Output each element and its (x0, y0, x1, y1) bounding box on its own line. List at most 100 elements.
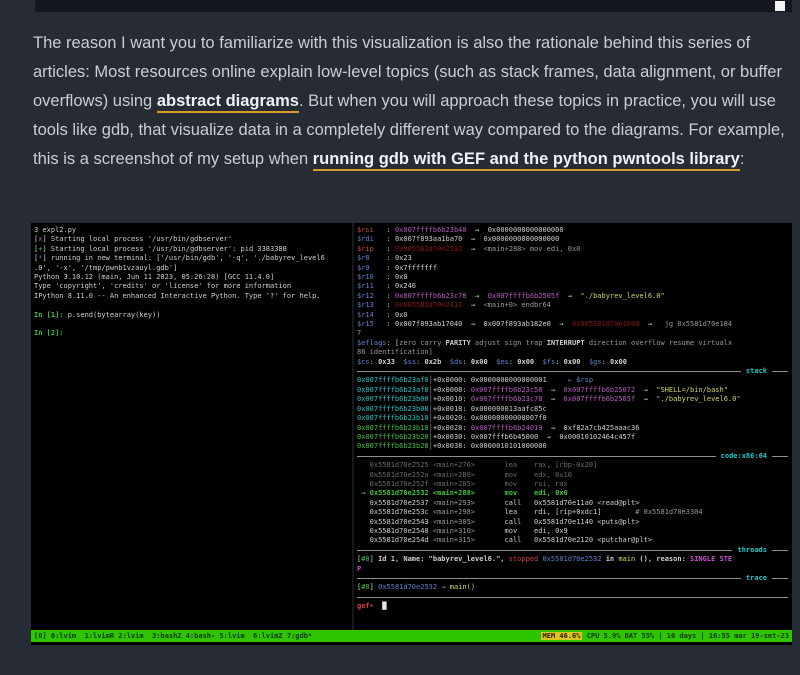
terminal-text: $rip (357, 245, 387, 253)
terminal-text: : (387, 311, 395, 319)
terminal-text: 0x007ffffb6b23b20 (357, 433, 429, 441)
terminal-text: PARITY (446, 339, 471, 347)
article-link[interactable]: running gdb with GEF and the python pwnt… (313, 150, 740, 171)
terminal-text: +0x0038: (433, 442, 471, 450)
terminal-text: 0x5581d70e2537 (357, 499, 433, 507)
terminal-text (475, 518, 505, 526)
terminal-text: : (509, 358, 517, 366)
terminal-line (34, 320, 350, 329)
terminal-line: $r14 : 0x0 (357, 311, 792, 320)
terminal-text: : (370, 358, 378, 366)
terminal-text: gef➤ (357, 602, 374, 610)
terminal-text: → (437, 583, 450, 591)
terminal-line: 3 expl2.py (34, 226, 350, 235)
terminal-text: 0x5581d70e2532 (378, 583, 437, 591)
mem-usage-badge: MEM 46.6% (541, 632, 583, 640)
terminal-line: 0x5581d70e2548 <main+310> mov edi, 0x9 (357, 527, 792, 536)
terminal-text: call (505, 536, 535, 544)
terminal-text: 0x5581d70e1140 <puts@plt> (534, 518, 639, 526)
terminal-line: 0x5581d70e2525 <main+276> lea rax, [rbp-… (357, 461, 792, 470)
terminal-text: 0x007ffffb6b23b18 (357, 424, 429, 432)
terminal-text: 0x007ffffb6b23c78 (395, 292, 467, 300)
article-link[interactable]: abstract diagrams (157, 92, 299, 113)
terminal-text: Starting local process '/usr/bin/gdbserv… (51, 245, 287, 253)
terminal-text: Type 'copyright', 'credits' or 'license'… (34, 282, 291, 290)
terminal-text: : (387, 235, 395, 243)
terminal-line: $r8 : 0x23 (357, 254, 792, 263)
terminal-line: 0x007ffffb6b23b08│+0x0018: 0x000000013aa… (357, 405, 792, 414)
terminal-line: [#0] Id 1, Name: "babyrev_level6.", stop… (357, 555, 792, 564)
terminal-text: <main+298> (433, 508, 475, 516)
terminal-text: $cs (357, 358, 370, 366)
terminal-text: 0x2b (424, 358, 441, 366)
terminal-line: 0x5581d70e2537 <main+293> call 0x5581d70… (357, 499, 792, 508)
terminal-line: gef➤ █ (357, 602, 792, 611)
terminal-text (488, 358, 496, 366)
terminal-text: .0', '-x', '/tmp/pwnb1vzauyl.gdb'] (34, 264, 177, 272)
terminal-line: IPython 8.11.0 -- An enhanced Interactiv… (34, 292, 350, 301)
terminal-text: 0x5581d70e254d (357, 536, 433, 544)
terminal-text: $rsi (357, 226, 387, 234)
terminal-line: P (357, 565, 792, 574)
pwntools-ipython-pane: 3 expl2.py[x] Starting local process '/u… (31, 223, 352, 630)
terminal-text: 0x00 (610, 358, 627, 366)
terminal-text: 0x0 (395, 273, 408, 281)
terminal-line: $rip : 0x005581d70e2532 → <main+288> mov… (357, 245, 792, 254)
terminal-text: 0x5581d70e252f <main+285> mov rsi, rax (357, 480, 568, 488)
terminal-text: <main+305> (433, 518, 475, 526)
terminal-text: "./babyrev_level6.0" (580, 292, 664, 300)
terminal-line: 0x007ffffb6b23af8│+0x0008: 0x007ffffb6b2… (357, 386, 792, 395)
gef-section-separator: threads (357, 546, 792, 555)
gef-section-label: trace (741, 574, 772, 583)
terminal-text: 0x0000000000000000 (483, 235, 559, 243)
terminal-text: $r13 (357, 301, 387, 309)
terminal-text: $rdi (357, 235, 387, 243)
terminal-text: 0x000000013aafc85c (471, 405, 547, 413)
terminal-line (34, 301, 350, 310)
terminal-text (441, 358, 449, 366)
terminal-line: 0x007ffffb6b23b18│+0x0028: 0x007ffffb6b2… (357, 424, 792, 433)
terminal-text: 0x00 (564, 358, 581, 366)
terminal-line: $eflags: [zero carry PARITY adjust sign … (357, 339, 792, 348)
terminal-line: $r10 : 0x0 (357, 273, 792, 282)
terminal-text: $gs (589, 358, 602, 366)
terminal-line: .0', '-x', '/tmp/pwnb1vzauyl.gdb'] (34, 264, 350, 273)
terminal-text: 0x00 (517, 358, 534, 366)
terminal-text: running in new terminal: ['/usr/bin/gdb'… (51, 254, 325, 262)
terminal-text: → (639, 320, 664, 328)
terminal-text: → (462, 301, 483, 309)
terminal-text: $r10 (357, 273, 387, 281)
terminal-text: 3 expl2.py (34, 226, 76, 234)
terminal-line: 0x007ffffb6b23af0│+0x0000: 0x00000000000… (357, 376, 792, 385)
terminal-text: 0x5581d70e2525 <main+276> lea rax, [rbp-… (357, 461, 597, 469)
terminal-text: 0x5581d70e2532 (542, 555, 605, 563)
terminal-line: $r12 : 0x007ffffb6b23c78 → 0x007ffffb6b2… (357, 292, 792, 301)
terminal-text: zero carry (399, 339, 445, 347)
terminal-line: [x] Starting local process '/usr/bin/gdb… (34, 235, 350, 244)
tmux-window-list: [0] 0:lvim 1:lvimR 2:lvim 3:bashZ 4:bash… (34, 632, 312, 640)
terminal-text: : [ (387, 339, 400, 347)
terminal-text: p.send(bytearray(key)) (68, 311, 161, 319)
terminal-text: 0x5581d70e2120 <putchar@plt> (534, 536, 652, 544)
terminal-line: 0x5581d70e253c <main+298> lea rdi, [rip+… (357, 508, 792, 517)
terminal-line: $r9 : 0x7fffffff (357, 264, 792, 273)
terminal-text: 0x007ffffb6b23af8 (357, 386, 429, 394)
terminal-text: ] (42, 245, 50, 253)
terminal-text: $r8 (357, 254, 387, 262)
terminal-text: 0x007f893ab17040 (395, 320, 462, 328)
terminal-text: 0x007ffffb6b23c78 (471, 395, 543, 403)
gef-section-label: code:x86:64 (716, 452, 772, 461)
terminal-text: 0x00010102464c457f (559, 433, 635, 441)
terminal-text: : (555, 358, 563, 366)
terminal-text (475, 499, 505, 507)
terminal-text: In [2]: (34, 329, 68, 337)
terminal-line: 0x5581d70e254d <main+315> call 0x5581d70… (357, 536, 792, 545)
terminal-text: 0x5581d70e2543 (357, 518, 433, 526)
terminal-text: █ (382, 602, 386, 610)
terminal-text: INTERRUPT (547, 339, 585, 347)
terminal-text: SINGLE STE (690, 555, 732, 563)
terminal-text: → (467, 292, 488, 300)
terminal-text: ] (42, 235, 50, 243)
terminal-text: direction overflow resume virtualx (585, 339, 733, 347)
terminal-text: : (387, 320, 395, 328)
